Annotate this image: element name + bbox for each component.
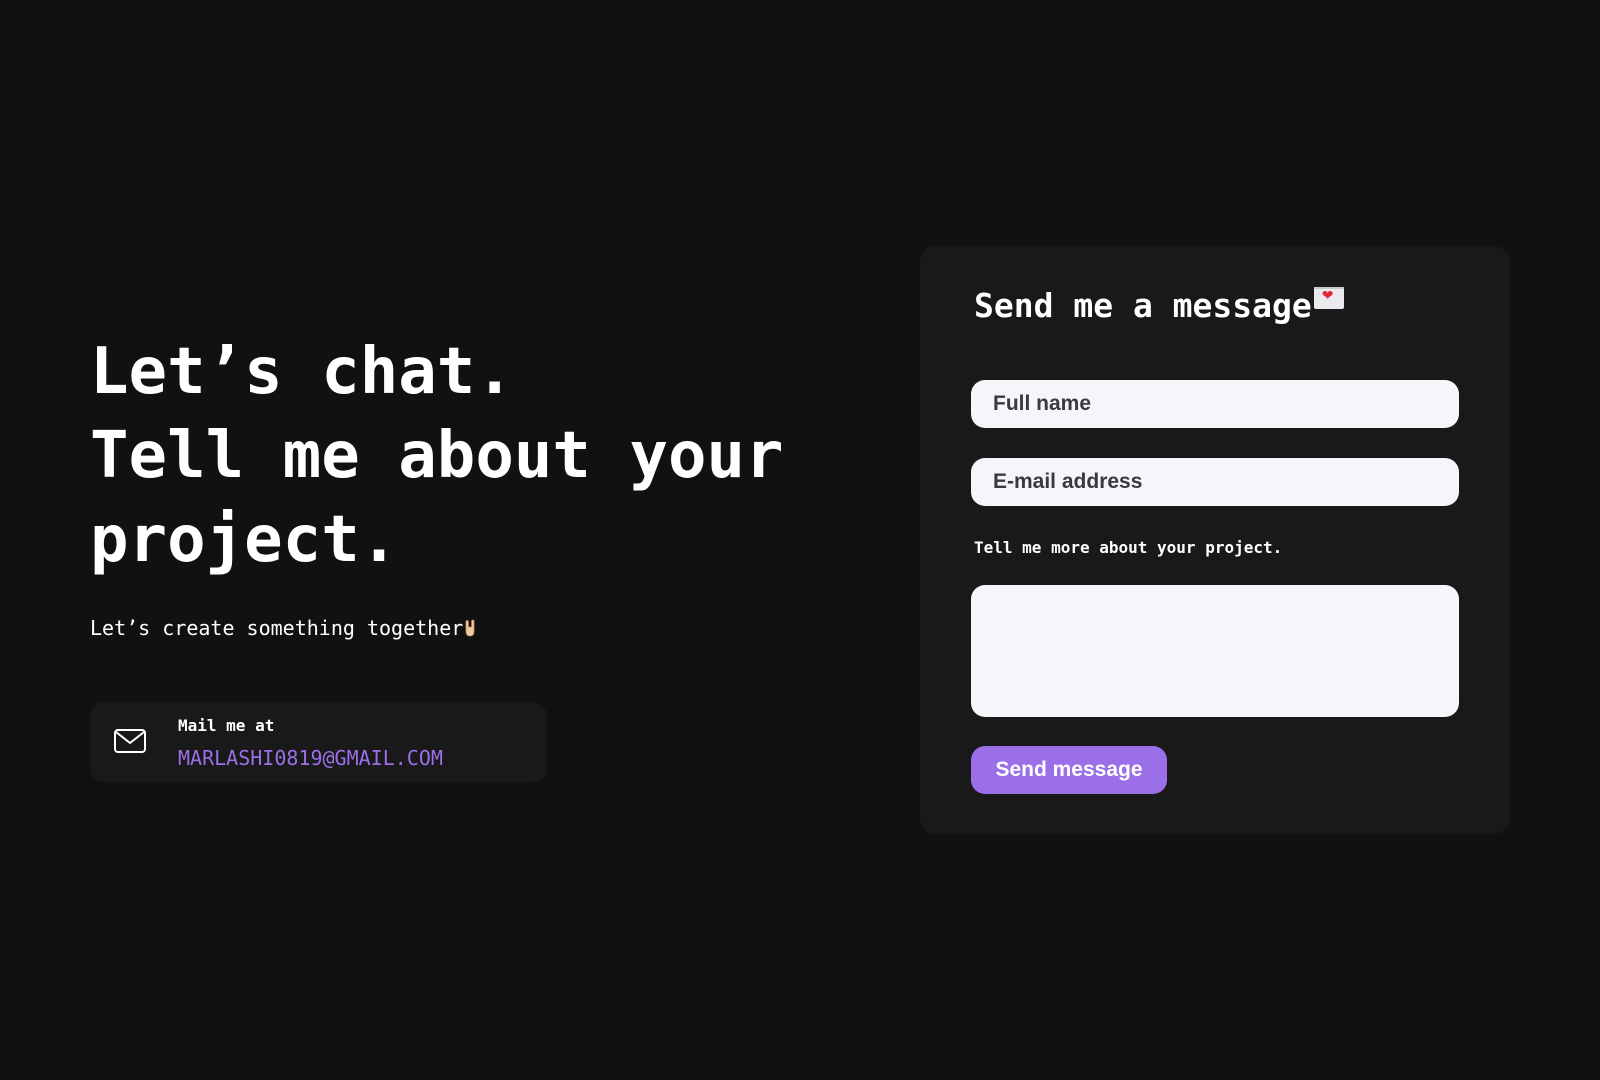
hero-title-line-2: Tell me about your [90,419,784,493]
message-label: Tell me more about your project. [974,538,1283,557]
mail-label: Mail me at [178,716,275,735]
form-title: Send me a message [974,286,1344,325]
email-link[interactable]: MARLASHI0819@GMAIL.COM [178,746,443,770]
rock-on-hand-icon [465,619,475,637]
hero-section: Let’s chat. Tell me about your project. … [90,330,850,640]
full-name-input[interactable] [971,380,1459,428]
send-message-button[interactable]: Send message [971,746,1167,794]
form-title-text: Send me a message [974,286,1312,325]
hero-subtitle: Let’s create something together [90,614,476,642]
contact-form: Send me a message Tell me more about you… [920,246,1510,834]
hero-title-line-1: Let’s chat. [90,335,514,409]
hero-subtitle-text: Let’s create something together [90,616,464,640]
message-textarea[interactable] [971,585,1459,717]
love-letter-icon [1313,287,1344,309]
hero-title-line-3: project. [90,503,399,577]
mail-contact-card[interactable]: Mail me at MARLASHI0819@GMAIL.COM [90,702,547,782]
mail-icon [114,729,146,753]
email-input[interactable] [971,458,1459,506]
hero-title: Let’s chat. Tell me about your project. [90,330,850,582]
